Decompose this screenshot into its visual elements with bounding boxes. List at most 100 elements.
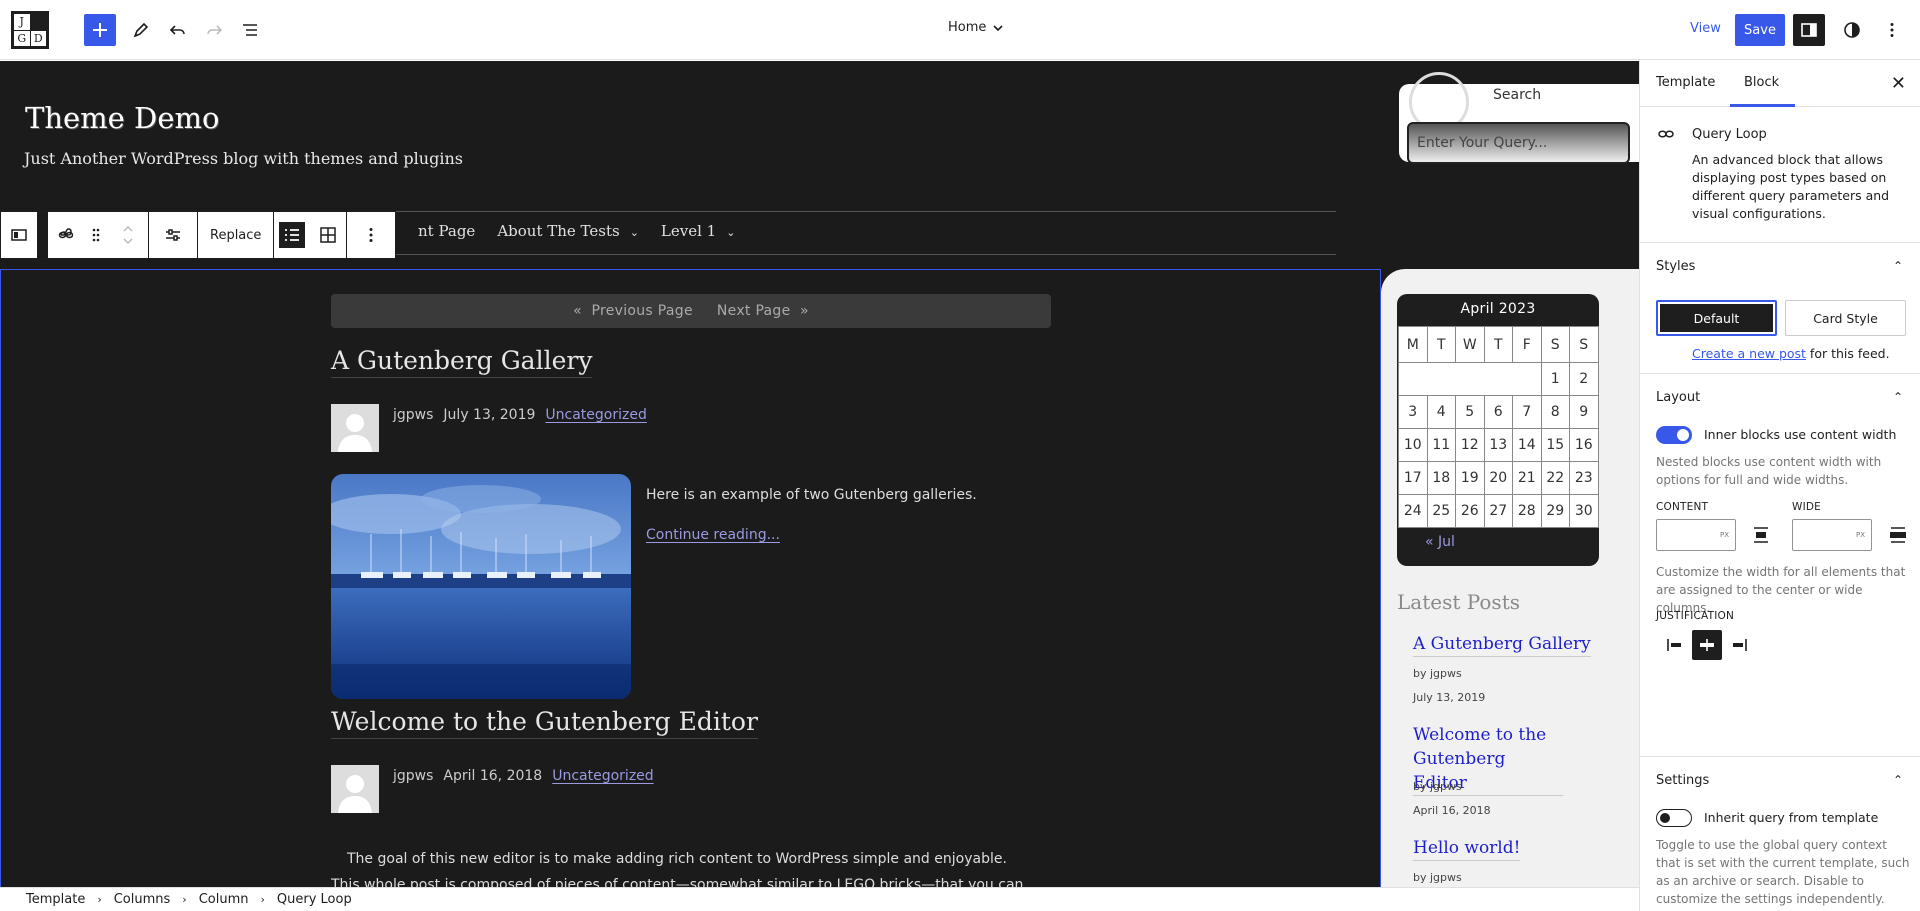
content-width-input[interactable]: PX — [1656, 519, 1736, 551]
settings-sidebar: Template Block ✕ Query Loop An advanced … — [1639, 61, 1920, 911]
align-center-icon — [1754, 527, 1768, 543]
redo-button[interactable] — [198, 14, 230, 46]
block-name: Query Loop — [1692, 127, 1767, 142]
calendar-prev-link[interactable]: « Jul — [1397, 528, 1599, 550]
inner-blocks-toggle[interactable] — [1656, 426, 1692, 444]
styles-button[interactable] — [1836, 14, 1868, 46]
post-author[interactable]: jgpws — [393, 407, 433, 423]
inherit-query-toggle[interactable] — [1656, 809, 1692, 827]
breadcrumb-item[interactable]: Columns — [114, 892, 171, 907]
post-title[interactable]: A Gutenberg Gallery — [331, 346, 593, 378]
previous-page-link[interactable]: « Previous Page — [573, 303, 693, 319]
tools-button[interactable] — [125, 14, 157, 46]
undo-icon — [169, 25, 185, 35]
tab-template[interactable]: Template — [1656, 75, 1715, 90]
nav-item-level1[interactable]: Level 1 ⌄ — [661, 222, 736, 240]
latest-post-link[interactable]: A Gutenberg Gallery — [1413, 632, 1591, 657]
options-button[interactable] — [1876, 14, 1908, 46]
calendar-day: 30 — [1569, 494, 1599, 528]
replace-group: Replace — [198, 212, 275, 258]
featured-image[interactable] — [331, 474, 631, 699]
style-card-button[interactable]: Card Style — [1785, 300, 1906, 336]
breadcrumb-item[interactable]: Template — [26, 892, 85, 907]
query-loop-block-button[interactable] — [48, 212, 84, 258]
display-settings-button[interactable] — [149, 212, 197, 258]
align-wide-icon — [1890, 527, 1906, 543]
calendar-weekday: T — [1426, 326, 1456, 363]
style-default-button[interactable]: Default — [1656, 300, 1777, 336]
tab-block[interactable]: Block — [1729, 75, 1796, 107]
post-excerpt[interactable]: Here is an example of two Gutenberg gall… — [646, 487, 977, 503]
latest-post-author: by jgpws — [1413, 780, 1462, 793]
create-new-post-link[interactable]: Create a new post — [1692, 346, 1806, 361]
calendar-widget: April 2023 MTWTFSS 1 2 3 4 5 6 7 8 9 10 11 12 13 14 15… — [1397, 294, 1599, 566]
inner-blocks-help: Nested blocks use content width with opt… — [1656, 455, 1882, 487]
calendar-weekday: W — [1455, 326, 1485, 363]
chevron-up-icon[interactable]: ⌃ — [1893, 390, 1903, 404]
justify-right-button[interactable] — [1724, 630, 1754, 660]
replace-button[interactable]: Replace — [198, 212, 273, 258]
calendar-day: 24 — [1398, 494, 1428, 528]
post-date[interactable]: April 16, 2018 — [443, 768, 542, 784]
search-input[interactable]: Enter Your Query... — [1407, 122, 1630, 164]
next-page-link[interactable]: Next Page » — [717, 303, 809, 319]
document-title-dropdown[interactable]: Home — [948, 20, 1004, 35]
selected-query-loop-outline[interactable] — [0, 269, 1381, 887]
view-link[interactable]: View — [1690, 21, 1721, 36]
loop-icon — [58, 228, 74, 239]
post-content[interactable]: The goal of this new editor is to make a… — [331, 846, 1051, 887]
calendar-caption: April 2023 — [1460, 301, 1536, 317]
post-category[interactable]: Uncategorized — [545, 407, 646, 423]
search-block: Search Enter Your Query... — [1399, 72, 1639, 164]
close-icon[interactable]: ✕ — [1891, 73, 1906, 94]
wide-width-input[interactable]: PX — [1792, 519, 1872, 551]
justify-center-button[interactable] — [1692, 630, 1722, 660]
contrast-icon — [1844, 22, 1860, 38]
justify-center-icon — [1700, 639, 1714, 651]
latest-post-link[interactable]: Hello world! — [1413, 836, 1521, 861]
layout-panel: Layout ⌃ Inner blocks use content width … — [1640, 374, 1920, 757]
list-icon — [279, 222, 306, 248]
calendar-day: 17 — [1398, 461, 1428, 495]
styles-heading[interactable]: Styles — [1656, 259, 1695, 274]
move-buttons[interactable] — [108, 212, 148, 258]
nav-item-about[interactable]: About The Tests ⌄ — [497, 222, 639, 240]
undo-button[interactable] — [162, 14, 194, 46]
list-view-mode-button[interactable] — [274, 212, 310, 258]
post-author[interactable]: jgpws — [393, 768, 433, 784]
settings-heading[interactable]: Settings — [1656, 773, 1709, 788]
continue-reading-link[interactable]: Continue reading... — [646, 527, 780, 543]
site-logo[interactable]: J G D — [11, 11, 49, 49]
editor-canvas[interactable]: Theme Demo Just Another WordPress blog w… — [0, 61, 1639, 887]
display-settings-group — [149, 212, 198, 258]
site-tagline[interactable]: Just Another WordPress blog with themes … — [24, 149, 463, 168]
block-options-button[interactable] — [347, 212, 395, 258]
grid-view-mode-button[interactable] — [310, 212, 346, 258]
chevron-up-icon[interactable]: ⌃ — [1893, 259, 1903, 273]
layout-heading[interactable]: Layout — [1656, 390, 1700, 405]
settings-panel: Settings ⌃ Inherit query from template T… — [1640, 757, 1920, 911]
nav-item[interactable]: nt Page — [418, 222, 475, 240]
post-title[interactable]: Welcome to the Gutenberg Editor — [331, 707, 758, 739]
settings-toggle-button[interactable] — [1793, 14, 1825, 46]
document-title: Home — [948, 20, 987, 35]
select-parent-button[interactable] — [1, 212, 37, 258]
loop-icon — [1658, 130, 1674, 138]
site-title[interactable]: Theme Demo — [25, 101, 219, 135]
more-vertical-icon — [1890, 23, 1894, 37]
justify-right-icon — [1733, 639, 1747, 651]
add-block-button[interactable] — [84, 14, 116, 46]
inner-blocks-label: Inner blocks use content width — [1704, 427, 1897, 442]
breadcrumb-item[interactable]: Column — [199, 892, 249, 907]
post-category[interactable]: Uncategorized — [552, 768, 653, 784]
columns-icon — [11, 229, 27, 241]
post-paragraph: This whole post is composed of pieces of… — [331, 877, 1024, 887]
chevron-up-icon[interactable]: ⌃ — [1893, 773, 1903, 787]
drag-handle[interactable] — [84, 212, 108, 258]
justify-left-button[interactable] — [1660, 630, 1690, 660]
block-breadcrumb: Template › Columns › Column › Query Loop — [0, 887, 1639, 911]
calendar-weekday: S — [1569, 326, 1599, 363]
save-button[interactable]: Save — [1735, 14, 1785, 46]
list-view-button[interactable] — [234, 14, 266, 46]
post-date[interactable]: July 13, 2019 — [443, 407, 535, 423]
